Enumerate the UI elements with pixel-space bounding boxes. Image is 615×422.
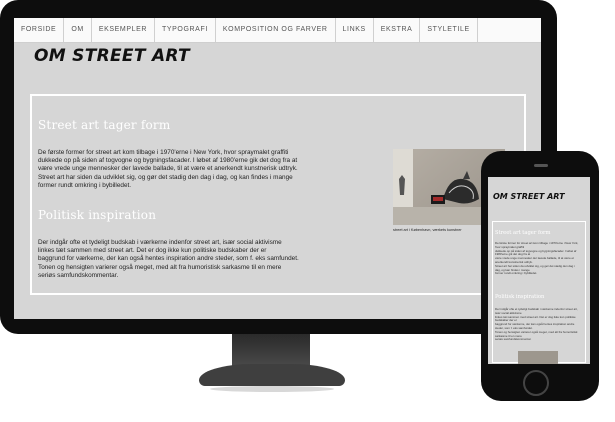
phone-speaker — [534, 164, 548, 167]
mobile-photo-preview — [518, 351, 558, 364]
page-title: OM STREET ART — [34, 46, 190, 66]
text-line: baggrund for værkerne, der kan også hent… — [38, 255, 299, 263]
mobile-heading-street-art: Street art tager form — [495, 230, 551, 236]
text-line: Der indgår ofte et tydeligt budskab i væ… — [38, 239, 282, 246]
monitor-shadow — [210, 386, 334, 392]
section-text-politisk: Der indgår ofte et tydeligt budskab i væ… — [38, 239, 388, 280]
text-line: være vrede unge mennesker der lavede bal… — [38, 165, 298, 173]
nav-item-styletile[interactable]: STYLETILE — [420, 18, 478, 42]
text-line: De første former for street art kom tilb… — [38, 149, 289, 156]
text-line: Street art har siden da udviklet sig, og… — [38, 173, 293, 181]
nav-item-om[interactable]: OM — [64, 18, 92, 42]
mobile-page-title: OM STREET ART — [493, 192, 565, 201]
nav-item-typografi[interactable]: TYPOGRAFI — [155, 18, 216, 42]
text-line: former rundt omkring i bybilledet. — [38, 181, 132, 189]
mobile-text-street-art: De første former for street art kom tilb… — [495, 241, 581, 276]
section-heading-street-art: Street art tager form — [38, 118, 171, 132]
text-line: seriøs samfundskommentar. — [38, 271, 119, 279]
nav-item-links[interactable]: LINKS — [336, 18, 374, 42]
section-text-street-art: De første former for street art kom tilb… — [38, 149, 388, 190]
section-heading-politisk: Politisk inspiration — [38, 208, 157, 222]
text-line: dukkede op på siden af togvogne og bygni… — [38, 157, 298, 165]
mobile-text-politisk: Der indgår ofte et tydeligt budskab i væ… — [495, 307, 581, 342]
photo-caption: street art i København, værkets kunstner — [393, 228, 462, 232]
text-line: seriøs samfundskommentar. — [495, 337, 532, 342]
mobile-screen: OM STREET ART Street art tager form De f… — [488, 177, 590, 364]
main-nav: FORSIDE OM EKSEMPLER TYPOGRAFI KOMPOSITI… — [14, 18, 541, 43]
nav-item-forside[interactable]: FORSIDE — [14, 18, 65, 42]
phone-home-button[interactable] — [523, 370, 549, 396]
desktop-screen: FORSIDE OM EKSEMPLER TYPOGRAFI KOMPOSITI… — [14, 18, 541, 319]
monitor-stand-base — [199, 364, 345, 386]
mobile-heading-politisk: Politisk inspiration — [495, 294, 545, 300]
text-line: former rundt omkring i bybilledet. — [495, 271, 538, 276]
nav-item-komposition[interactable]: KOMPOSITION OG FARVER — [216, 18, 336, 42]
nav-item-ekstra[interactable]: EKSTRA — [374, 18, 421, 42]
nav-item-eksempler[interactable]: EKSEMPLER — [92, 18, 156, 42]
text-line: Tonen og hensigten varierer også meget, … — [38, 263, 282, 271]
